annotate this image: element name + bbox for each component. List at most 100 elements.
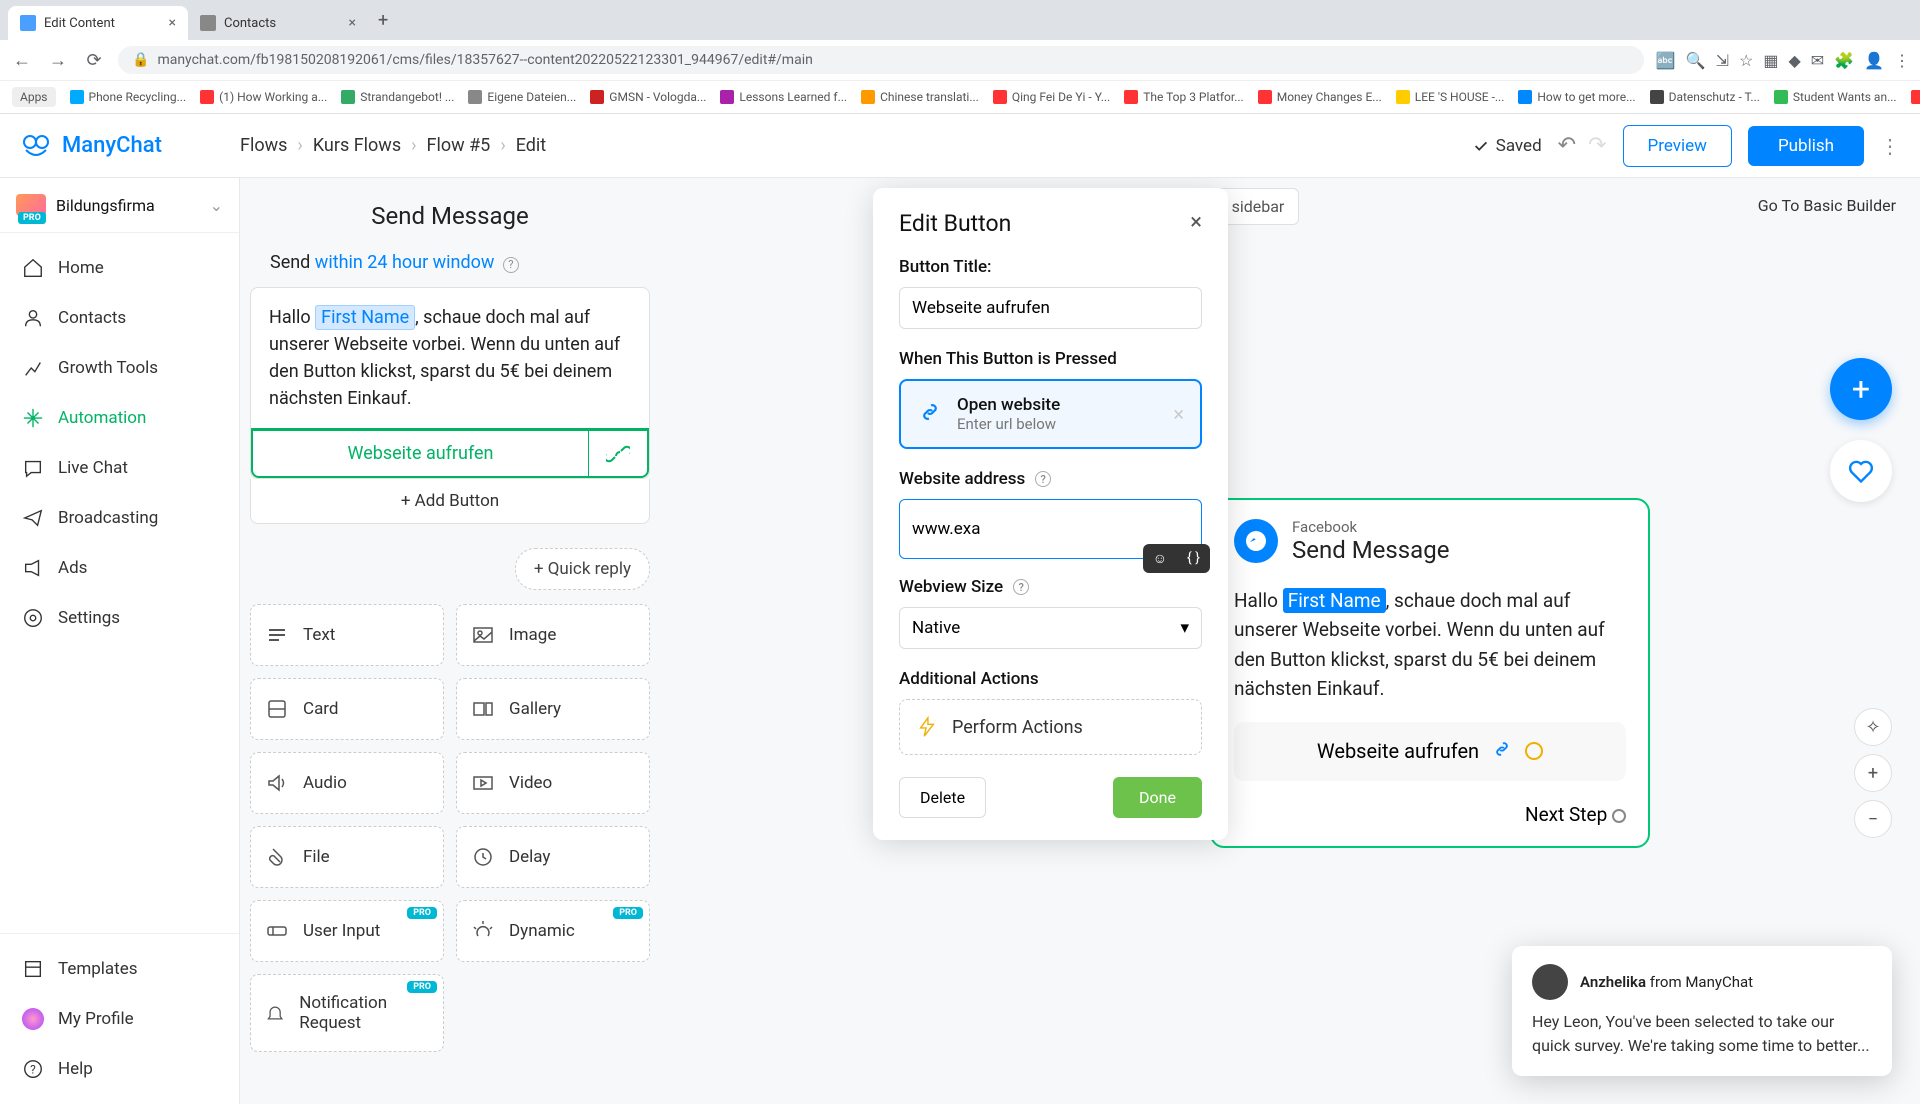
perform-actions-button[interactable]: Perform Actions	[899, 699, 1202, 755]
quick-reply-button[interactable]: + Quick reply	[515, 548, 650, 590]
canvas[interactable]: 👉 Edit step in sidebar Go To Basic Build…	[240, 178, 1920, 1104]
webview-size-select[interactable]: Native▾	[899, 607, 1202, 649]
braces-icon[interactable]: { }	[1177, 544, 1210, 573]
message-block[interactable]: ⚠ Hallo First Name, schaue doch mal auf …	[250, 287, 650, 479]
sidebar-item-livechat[interactable]: Live Chat	[0, 443, 239, 493]
zoom-in-button[interactable]: +	[1854, 754, 1892, 792]
reload-icon[interactable]: ⟳	[82, 50, 106, 71]
publish-button[interactable]: Publish	[1748, 126, 1864, 166]
bookmark-item[interactable]: Eigene Dateien...	[468, 90, 576, 104]
bookmark-item[interactable]: How to get more...	[1518, 90, 1635, 104]
button-title-input[interactable]	[899, 287, 1202, 329]
sidebar-item-automation[interactable]: Automation	[0, 393, 239, 443]
breadcrumb-item[interactable]: Flow #5	[427, 135, 491, 156]
undo-icon[interactable]: ↶	[1558, 133, 1576, 158]
content-tile-dynamic[interactable]: PRODynamic	[456, 900, 650, 962]
close-icon[interactable]: ×	[169, 15, 176, 31]
delete-button[interactable]: Delete	[899, 777, 986, 818]
message-button[interactable]: Webseite aufrufen	[251, 429, 589, 478]
sidebar-item-profile[interactable]: My Profile	[0, 994, 239, 1044]
remove-action-icon[interactable]: ×	[1173, 402, 1184, 426]
bookmark-item[interactable]: (2) How To Add A...	[1911, 90, 1920, 104]
account-selector[interactable]: PRO Bildungsfirma ⌄	[0, 178, 239, 233]
bookmark-item[interactable]: Strandangebot! ...	[341, 90, 454, 104]
content-tile-delay[interactable]: Delay	[456, 826, 650, 888]
close-icon[interactable]: ×	[349, 15, 356, 31]
bookmark-item[interactable]: Datenschutz - T...	[1650, 90, 1760, 104]
bookmark-item[interactable]: Qing Fei De Yi - Y...	[993, 90, 1110, 104]
info-icon[interactable]: ?	[1013, 579, 1029, 595]
address-bar[interactable]: 🔒 manychat.com/fb198150208192061/cms/fil…	[118, 46, 1644, 74]
breadcrumb-item[interactable]: Flows	[240, 135, 287, 156]
action-open-website[interactable]: Open website Enter url below ×	[899, 379, 1202, 449]
browser-tab-active[interactable]: Edit Content ×	[8, 6, 188, 40]
breadcrumb-item[interactable]: Kurs Flows	[313, 135, 401, 156]
sidebar-item-settings[interactable]: Settings	[0, 593, 239, 643]
add-tab-button[interactable]: +	[368, 10, 398, 31]
content-tile-video[interactable]: Video	[456, 752, 650, 814]
next-step[interactable]: Next Step	[1212, 803, 1648, 846]
send-window-link[interactable]: within 24 hour window	[315, 252, 495, 273]
bookmark-item[interactable]: Money Changes E...	[1258, 90, 1382, 104]
emoji-icon[interactable]: ☺	[1143, 544, 1177, 573]
content-tile-notification[interactable]: PRONotification Request	[250, 974, 444, 1052]
bookmark-item[interactable]: The Top 3 Platfor...	[1124, 90, 1244, 104]
node-button[interactable]: Webseite aufrufen	[1234, 722, 1626, 781]
add-fab[interactable]: +	[1830, 358, 1892, 420]
sidebar-item-home[interactable]: Home	[0, 243, 239, 293]
sidebar-item-ads[interactable]: Ads	[0, 543, 239, 593]
message-text[interactable]: Hallo First Name, schaue doch mal auf un…	[251, 288, 649, 428]
sidebar-item-help[interactable]: ?Help	[0, 1044, 239, 1094]
favorite-fab[interactable]	[1830, 440, 1892, 502]
sidebar-item-broadcasting[interactable]: Broadcasting	[0, 493, 239, 543]
flow-node[interactable]: Facebook Send Message Hallo First Name, …	[1210, 498, 1650, 848]
profile-icon[interactable]: 👤	[1864, 51, 1884, 70]
connector-dot[interactable]	[1612, 809, 1626, 823]
bookmark-item[interactable]: Lessons Learned f...	[720, 90, 847, 104]
connector-dot[interactable]	[1525, 742, 1543, 760]
sidebar-item-growth[interactable]: Growth Tools	[0, 343, 239, 393]
puzzle-icon[interactable]: 🧩	[1834, 51, 1854, 70]
ext-icon[interactable]: ◆	[1788, 51, 1800, 70]
ext-icon[interactable]: ✉	[1811, 51, 1824, 70]
bookmark-item[interactable]: Phone Recycling...	[70, 90, 187, 104]
preview-button[interactable]: Preview	[1623, 125, 1732, 167]
variable-chip[interactable]: First Name	[315, 305, 415, 330]
sidebar-item-contacts[interactable]: Contacts	[0, 293, 239, 343]
menu-icon[interactable]: ⋮	[1894, 51, 1910, 70]
bookmark-item[interactable]: GMSN - Vologda...	[590, 90, 706, 104]
browser-tab[interactable]: Contacts ×	[188, 6, 368, 40]
bookmark-item[interactable]: Chinese translati...	[861, 90, 979, 104]
add-button[interactable]: + Add Button	[250, 479, 650, 524]
back-icon[interactable]: ←	[10, 50, 34, 71]
logo[interactable]: ManyChat	[20, 130, 240, 162]
bookmark-item[interactable]: (1) How Working a...	[200, 90, 327, 104]
ext-icon[interactable]: ▦	[1763, 51, 1778, 70]
bookmark-item[interactable]: LEE 'S HOUSE -...	[1396, 90, 1505, 104]
zoom-out-button[interactable]: −	[1854, 800, 1892, 838]
bookmark-item[interactable]: Apps	[12, 87, 56, 107]
content-tile-gallery[interactable]: Gallery	[456, 678, 650, 740]
link-icon[interactable]	[589, 429, 649, 478]
done-button[interactable]: Done	[1113, 777, 1202, 818]
redo-icon[interactable]: ↷	[1588, 133, 1606, 158]
notification-toast[interactable]: Anzhelika from ManyChat Hey Leon, You've…	[1512, 946, 1892, 1076]
forward-icon[interactable]: →	[46, 50, 70, 71]
sidebar-item-templates[interactable]: Templates	[0, 944, 239, 994]
translate-icon[interactable]: 🔤	[1656, 51, 1676, 70]
basic-builder-button[interactable]: Go To Basic Builder	[1750, 188, 1904, 223]
content-tile-text[interactable]: Text	[250, 604, 444, 666]
content-tile-audio[interactable]: Audio	[250, 752, 444, 814]
content-tile-userinput[interactable]: PROUser Input	[250, 900, 444, 962]
zoom-icon[interactable]: 🔍	[1686, 51, 1706, 70]
content-tile-card[interactable]: Card	[250, 678, 444, 740]
content-tile-file[interactable]: File	[250, 826, 444, 888]
auto-arrange-button[interactable]: ✧	[1854, 708, 1892, 746]
enter-icon[interactable]: ⇲	[1716, 51, 1729, 70]
info-icon[interactable]: ?	[503, 257, 519, 273]
bookmark-item[interactable]: Student Wants an...	[1774, 90, 1897, 104]
star-icon[interactable]: ☆	[1739, 51, 1753, 70]
close-icon[interactable]: ×	[1190, 210, 1202, 237]
more-icon[interactable]: ⋮	[1880, 134, 1900, 158]
content-tile-image[interactable]: Image	[456, 604, 650, 666]
